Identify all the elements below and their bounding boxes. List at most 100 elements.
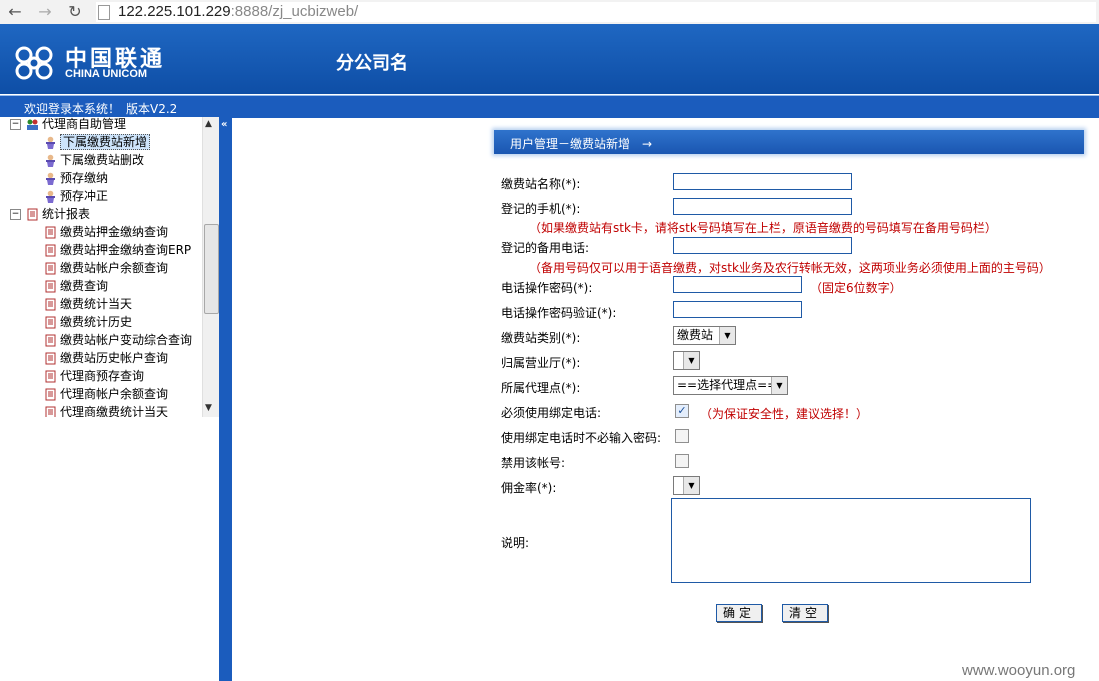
version-text: 版本V2.2 bbox=[126, 102, 178, 116]
business-hall-select[interactable]: ▼ bbox=[673, 351, 700, 370]
sidebar-tree-item-label: 缴费站押金缴纳查询ERP bbox=[60, 243, 192, 257]
sidebar-tree-item[interactable]: 代理商预存查询 bbox=[44, 367, 144, 385]
no-password-label: 使用绑定电话时不必输入密码: bbox=[501, 431, 662, 445]
agent-point-select[interactable]: ==选择代理点== ▼ bbox=[673, 376, 788, 395]
phone-input[interactable] bbox=[673, 198, 852, 215]
form-title-bar: 用户管理－缴费站新增 → bbox=[494, 130, 1084, 154]
report-icon bbox=[45, 370, 56, 383]
sidebar-tree-item[interactable]: 缴费站帐户变动综合查询 bbox=[44, 331, 192, 349]
sidebar-tree-item[interactable]: 缴费站押金缴纳查询ERP bbox=[44, 241, 191, 259]
report-icon bbox=[45, 262, 56, 275]
browser-toolbar: ← → ↻ 122.225.101.229:8888/zj_ucbizweb/ bbox=[0, 0, 1099, 25]
sidebar-tree-item[interactable]: 下属缴费站新增 bbox=[44, 133, 151, 151]
report-icon bbox=[27, 208, 38, 221]
users-group-icon bbox=[27, 119, 38, 130]
phone-label: 登记的手机(*): bbox=[501, 202, 581, 216]
backup-phone-label: 登记的备用电话: bbox=[501, 241, 590, 255]
welcome-bar: 欢迎登录本系统！ 版本V2.2 bbox=[0, 95, 1099, 118]
tree-group-label: 代理商自助管理 bbox=[42, 117, 127, 131]
phone-password-confirm-input[interactable] bbox=[673, 301, 802, 318]
sidebar-tree-item-label: 下属缴费站新增 bbox=[60, 134, 151, 150]
report-icon bbox=[45, 352, 56, 365]
sidebar-tree-item-label: 缴费站押金缴纳查询 bbox=[60, 225, 169, 239]
sidebar-tree-item[interactable]: 下属缴费站删改 bbox=[44, 151, 144, 169]
sidebar-tree-item[interactable]: 缴费站帐户余额查询 bbox=[44, 259, 168, 277]
no-password-checkbox[interactable] bbox=[675, 429, 689, 443]
sidebar-tree-item[interactable]: 缴费站押金缴纳查询 bbox=[44, 223, 168, 241]
clear-button[interactable]: 清空 bbox=[782, 604, 828, 622]
chevron-down-icon: ▼ bbox=[683, 352, 699, 369]
scroll-up-icon[interactable]: ▲ bbox=[205, 119, 212, 129]
confirm-button[interactable]: 确定 bbox=[716, 604, 762, 622]
bind-phone-checkbox[interactable]: ✓ bbox=[675, 404, 689, 418]
tree-group-label: 统计报表 bbox=[42, 207, 91, 221]
disable-account-label: 禁用该帐号: bbox=[501, 456, 566, 470]
station-type-select[interactable]: 缴费站 ▼ bbox=[673, 326, 736, 345]
sidebar-collapse-bar[interactable]: « bbox=[219, 117, 232, 681]
address-bar[interactable]: 122.225.101.229:8888/zj_ucbizweb/ bbox=[96, 2, 1096, 22]
sidebar-tree-item-label: 预存缴纳 bbox=[60, 171, 109, 185]
report-icon bbox=[45, 316, 56, 329]
station-type-value: 缴费站 bbox=[677, 328, 714, 342]
sidebar-tree-item-label: 代理商预存查询 bbox=[60, 369, 145, 383]
agent-point-label: 所属代理点(*): bbox=[501, 381, 581, 395]
watermark: www.wooyun.org bbox=[962, 662, 1076, 679]
person-icon bbox=[46, 154, 55, 167]
double-chevron-left-icon[interactable]: « bbox=[221, 119, 227, 130]
report-icon bbox=[45, 226, 56, 239]
sidebar-tree-item-label: 预存冲正 bbox=[60, 189, 109, 203]
chevron-down-icon: ▼ bbox=[719, 327, 735, 344]
sidebar-tree-item[interactable]: 代理商帐户余额查询 bbox=[44, 385, 168, 403]
app-header: 中国联通 CHINA UNICOM 分公司名 bbox=[0, 24, 1099, 94]
disable-account-checkbox[interactable] bbox=[675, 454, 689, 468]
report-icon bbox=[45, 244, 56, 257]
sidebar-tree-item[interactable]: 缴费站历史帐户查询 bbox=[44, 349, 168, 367]
sidebar-tree-item[interactable]: 缴费查询 bbox=[44, 277, 108, 295]
sidebar-tree-item-label: 缴费站历史帐户查询 bbox=[60, 351, 169, 365]
person-icon bbox=[46, 172, 55, 185]
backup-phone-hint: （备用号码仅可以用于语音缴费，对stk业务及农行转帐无效，这两项业务必须使用上面… bbox=[529, 261, 1051, 275]
report-icon bbox=[45, 388, 56, 401]
person-icon bbox=[46, 136, 55, 149]
station-name-input[interactable] bbox=[673, 173, 852, 190]
url-host: 122.225.101.229 bbox=[118, 3, 231, 20]
sidebar-tree-item-label: 代理商帐户余额查询 bbox=[60, 387, 169, 401]
reload-icon[interactable]: ↻ bbox=[66, 3, 84, 21]
remark-label: 说明: bbox=[501, 536, 530, 550]
station-type-label: 缴费站类别(*): bbox=[501, 331, 581, 345]
china-unicom-logo-icon bbox=[15, 46, 53, 80]
phone-password-hint: （固定6位数字） bbox=[810, 281, 902, 295]
sidebar-scrollbar[interactable]: ▲ ▼ bbox=[202, 117, 219, 417]
phone-password-confirm-label: 电话操作密码验证(*): bbox=[501, 306, 617, 320]
phone-password-input[interactable] bbox=[673, 276, 802, 293]
sidebar-tree: − 代理商自助管理 下属缴费站新增 下属缴费站删改 预存缴纳 预存冲正 − 统计报表 … bbox=[0, 117, 219, 417]
sidebar-tree-item[interactable]: 代理商缴费统计当天 bbox=[44, 403, 168, 417]
station-name-label: 缴费站名称(*): bbox=[501, 177, 581, 191]
collapse-icon[interactable]: − bbox=[10, 119, 21, 130]
scrollbar-thumb[interactable] bbox=[204, 224, 219, 314]
welcome-text: 欢迎登录本系统！ bbox=[24, 102, 121, 116]
sidebar-tree-item[interactable]: 缴费统计当天 bbox=[44, 295, 132, 313]
agent-point-value: ==选择代理点== bbox=[677, 378, 778, 392]
sidebar-tree-item[interactable]: 缴费统计历史 bbox=[44, 313, 132, 331]
sidebar-tree-item[interactable]: 预存冲正 bbox=[44, 187, 108, 205]
phone-hint: （如果缴费站有stk卡，请将stk号码填写在上栏，原语音缴费的号码填写在备用号码… bbox=[529, 221, 997, 235]
sidebar-tree-item-label: 缴费站帐户变动综合查询 bbox=[60, 333, 193, 347]
bind-phone-hint: （为保证安全性，建议选择！） bbox=[700, 407, 869, 421]
report-icon bbox=[45, 280, 56, 293]
sidebar-tree-item-label: 下属缴费站删改 bbox=[60, 153, 145, 167]
scroll-down-icon[interactable]: ▼ bbox=[205, 403, 212, 413]
forward-arrow-icon[interactable]: → bbox=[36, 3, 54, 21]
remark-textarea[interactable] bbox=[671, 498, 1031, 583]
form-title: 用户管理－缴费站新增 → bbox=[510, 137, 653, 151]
commission-rate-select[interactable]: ▼ bbox=[673, 476, 700, 495]
sidebar-tree-item[interactable]: 预存缴纳 bbox=[44, 169, 108, 187]
backup-phone-input[interactable] bbox=[673, 237, 852, 254]
chevron-down-icon: ▼ bbox=[683, 477, 699, 494]
sidebar-tree-item-label: 缴费查询 bbox=[60, 279, 109, 293]
collapse-icon[interactable]: − bbox=[10, 209, 21, 220]
sidebar-tree-item-label: 缴费站帐户余额查询 bbox=[60, 261, 169, 275]
back-arrow-icon[interactable]: ← bbox=[6, 3, 24, 21]
report-icon bbox=[45, 406, 56, 417]
commission-rate-label: 佣金率(*): bbox=[501, 481, 557, 495]
